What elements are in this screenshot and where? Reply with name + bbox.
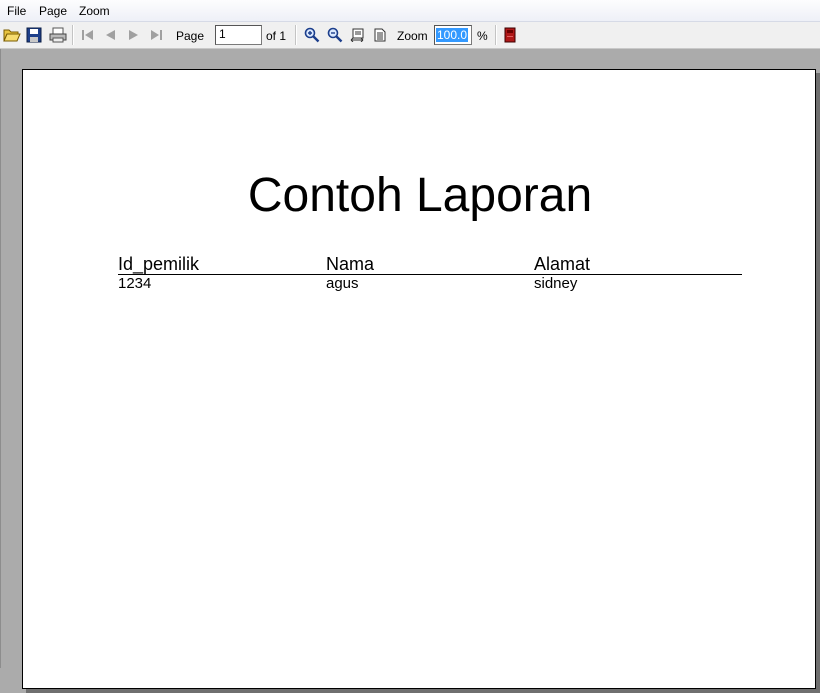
table-cell: agus: [326, 275, 359, 292]
previous-page-icon[interactable]: [100, 25, 120, 45]
zoom-label: Zoom: [397, 29, 428, 43]
menu-page[interactable]: Page: [39, 4, 67, 18]
column-header-id: Id_pemilik: [118, 254, 200, 274]
zoom-out-icon[interactable]: [325, 25, 345, 45]
first-page-icon[interactable]: [78, 25, 98, 45]
page-label: Page: [176, 29, 205, 43]
menu-zoom[interactable]: Zoom: [79, 4, 110, 18]
page-number-input[interactable]: 1: [215, 25, 262, 45]
last-page-icon[interactable]: [146, 25, 166, 45]
zoom-input[interactable]: 100.0: [434, 25, 472, 45]
close-icon[interactable]: [502, 25, 518, 45]
table-cell: 1234: [118, 275, 152, 292]
whole-page-icon[interactable]: [371, 25, 389, 45]
next-page-icon[interactable]: [124, 25, 144, 45]
table-cell: sidney: [534, 275, 578, 292]
page-count: of 1: [266, 29, 287, 43]
toolbar-separator: [72, 25, 74, 45]
menu-file[interactable]: File: [7, 4, 26, 18]
toolbar-separator: [495, 25, 497, 45]
report-page: Contoh Laporan Id_pemilik Nama Alamat 12…: [22, 69, 816, 689]
toolbar-separator: [295, 25, 297, 45]
column-header-alamat: Alamat: [534, 254, 591, 274]
report-title: Contoh Laporan: [247, 169, 593, 222]
header-rule: [118, 274, 742, 275]
folder-open-icon[interactable]: [2, 25, 22, 45]
report-viewer[interactable]: Contoh Laporan Id_pemilik Nama Alamat 12…: [0, 49, 820, 693]
printer-icon[interactable]: [47, 25, 68, 45]
column-header-nama: Nama: [326, 254, 375, 274]
zoom-unit: %: [477, 29, 488, 43]
page-width-icon[interactable]: [348, 25, 366, 45]
zoom-value: 100.0: [436, 28, 469, 42]
zoom-in-icon[interactable]: [302, 25, 322, 45]
menu-bar: File Page Zoom: [0, 0, 820, 22]
save-icon[interactable]: [24, 25, 44, 45]
toolbar: Page of 1 Zoom %: [0, 22, 820, 49]
